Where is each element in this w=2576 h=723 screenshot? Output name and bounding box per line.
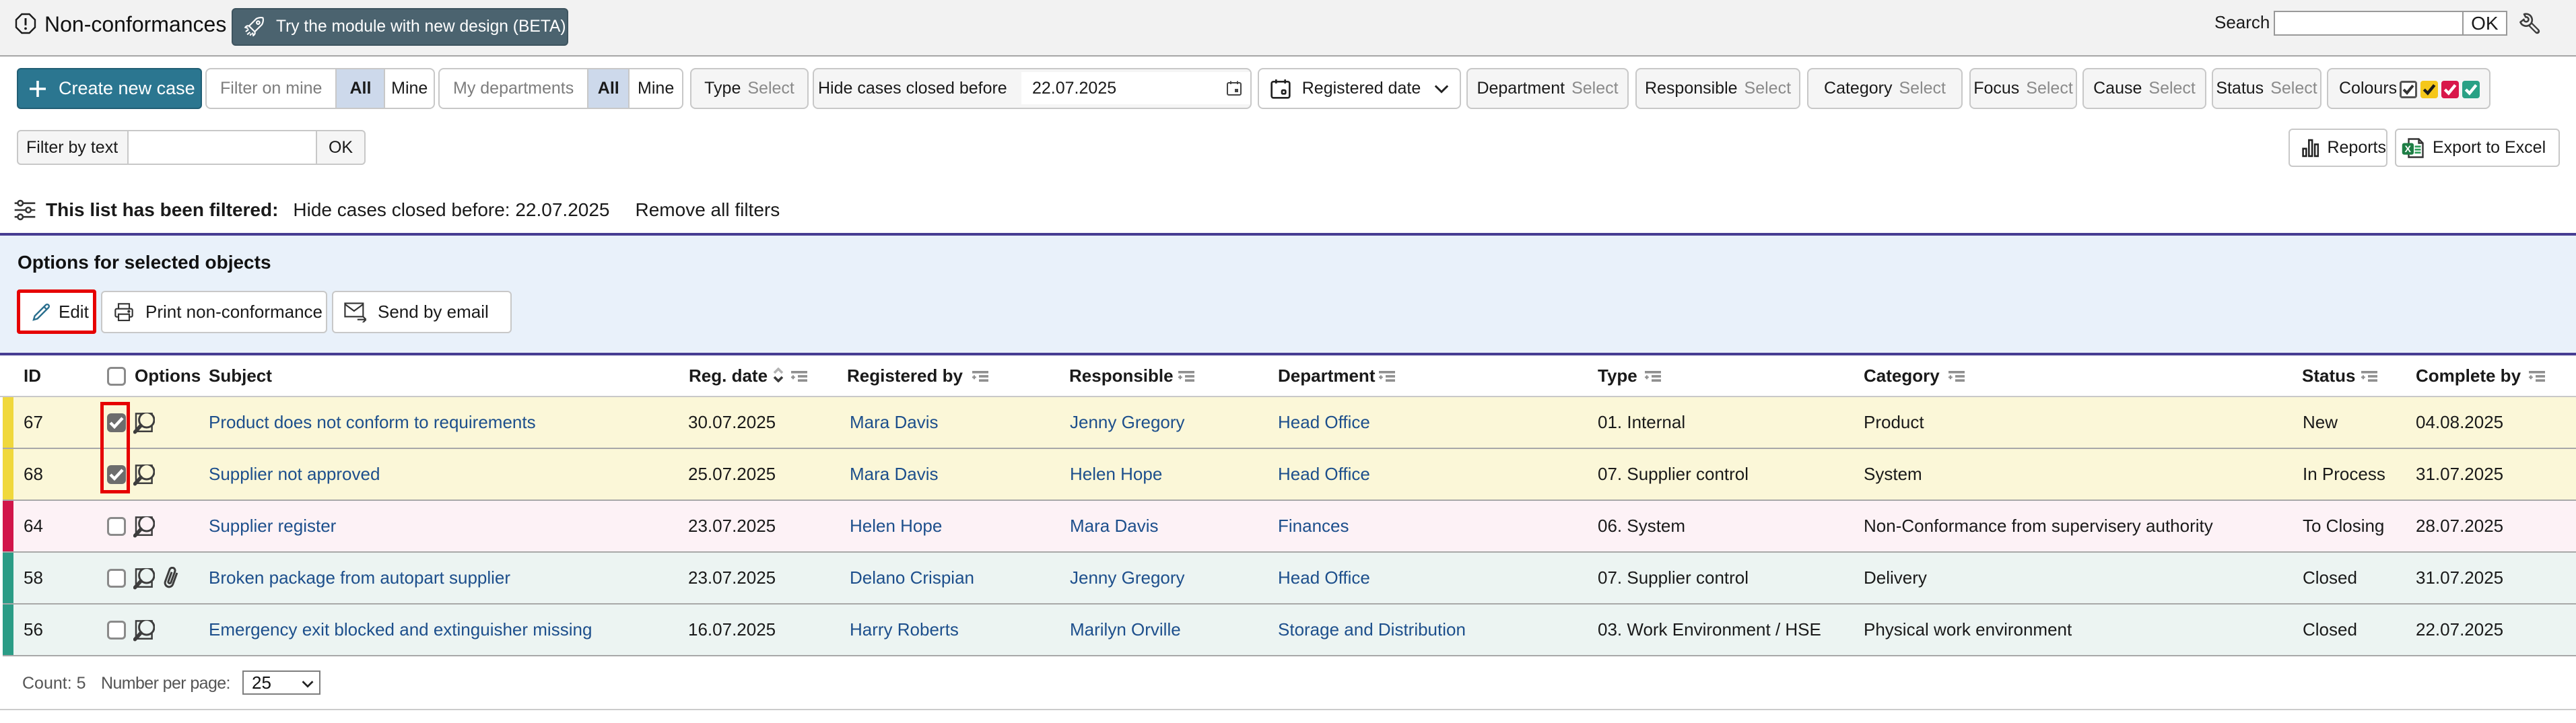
svg-text:X: X (2405, 144, 2412, 155)
